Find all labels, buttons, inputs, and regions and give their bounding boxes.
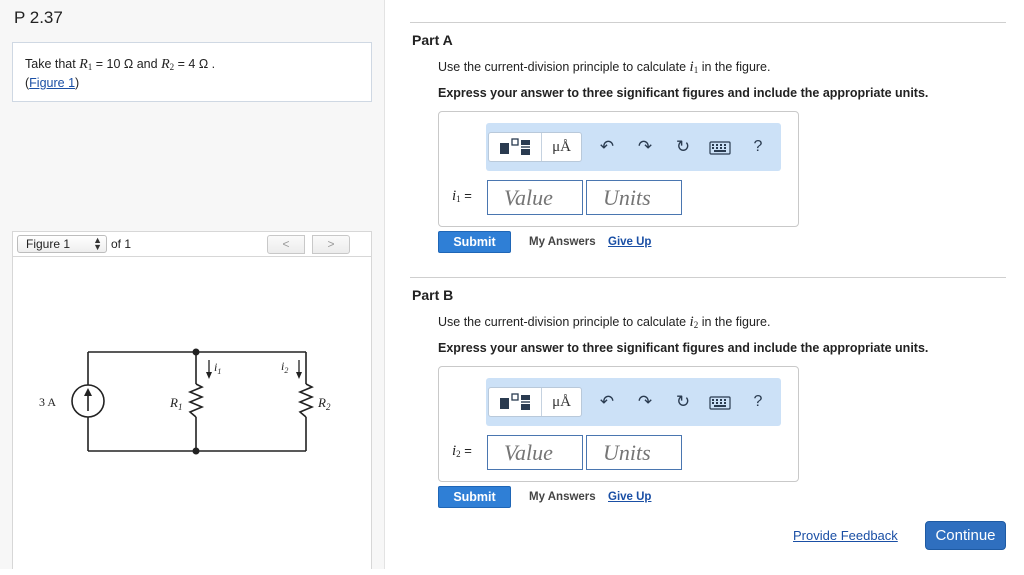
part-b-separator xyxy=(410,277,1006,278)
undo-icon: ↶ xyxy=(599,392,615,411)
figure-count: of 1 xyxy=(111,237,132,251)
help-button[interactable]: ? xyxy=(746,391,770,413)
keyboard-icon xyxy=(709,140,731,155)
figure-area: 3 A R1 R2 i1 i2 xyxy=(12,256,372,569)
help-icon: ? xyxy=(753,138,763,155)
reset-button[interactable]: ↻ xyxy=(671,391,695,413)
provide-feedback-link[interactable]: Provide Feedback xyxy=(793,528,898,543)
part-a-units-input[interactable] xyxy=(586,180,682,215)
redo-button[interactable]: ↷ xyxy=(633,136,657,158)
reset-icon: ↻ xyxy=(675,137,691,156)
resistor-r2 xyxy=(297,383,315,418)
part-a-give-up-link[interactable]: Give Up xyxy=(608,236,651,248)
figure-link[interactable]: Figure 1 xyxy=(29,76,75,90)
top-node xyxy=(192,348,200,356)
part-a-answer-box: μÅ ↶ ↷ ↻ ? i1 = xyxy=(438,111,799,227)
part-b-value-input[interactable] xyxy=(487,435,583,470)
part-b-toolbar: μÅ ↶ ↷ ↻ ? xyxy=(486,378,781,426)
part-a-instructions: Express your answer to three significant… xyxy=(438,86,929,100)
templates-icon xyxy=(500,393,530,411)
current-source xyxy=(71,384,105,418)
r1-value: = 10 Ω and xyxy=(95,57,158,71)
templates-icon xyxy=(500,138,530,156)
i2-arrow xyxy=(296,360,302,379)
chevron-right-icon: > xyxy=(327,237,335,251)
previous-figure-button[interactable]: < xyxy=(267,235,305,254)
redo-icon: ↷ xyxy=(637,392,653,411)
units-button[interactable]: μÅ xyxy=(541,133,581,161)
figure-select[interactable]: Figure 1 ▲ ▼ xyxy=(17,235,107,253)
r1-label: R1 xyxy=(169,395,182,412)
part-b-give-up-link[interactable]: Give Up xyxy=(608,491,651,503)
part-a-value-input[interactable] xyxy=(487,180,583,215)
given-statement: Take that R1 = 10 Ω and R2 = 4 Ω . (Figu… xyxy=(12,42,372,102)
i1-label: i1 xyxy=(214,360,221,376)
templates-button[interactable] xyxy=(489,133,541,161)
part-b-my-answers[interactable]: My Answers xyxy=(529,491,596,503)
source-label: 3 A xyxy=(39,395,56,409)
given-prefix: Take that xyxy=(25,57,76,71)
units-icon: μÅ xyxy=(552,139,571,155)
r1-symbol: R1 xyxy=(79,57,93,72)
r2-symbol: R2 xyxy=(161,57,175,72)
part-b-answer-box: μÅ ↶ ↷ ↻ ? i2 = xyxy=(438,366,799,482)
circuit-diagram: 3 A R1 R2 i1 i2 xyxy=(39,348,331,455)
keyboard-icon xyxy=(709,395,731,410)
figure-navigator: Figure 1 ▲ ▼ of 1 < > xyxy=(12,231,372,256)
keyboard-button[interactable] xyxy=(708,391,732,413)
i1-arrow xyxy=(206,360,212,379)
reset-icon: ↻ xyxy=(675,392,691,411)
part-b-submit-button[interactable]: Submit xyxy=(438,486,511,508)
units-button[interactable]: μÅ xyxy=(541,388,581,416)
keyboard-button[interactable] xyxy=(708,136,732,158)
r2-value: = 4 Ω . xyxy=(177,57,216,71)
part-b-equation-label: i2 = xyxy=(452,443,472,459)
bottom-node xyxy=(192,447,200,455)
undo-icon: ↶ xyxy=(599,137,615,156)
continue-button[interactable]: Continue xyxy=(925,521,1006,550)
part-b-instructions: Express your answer to three significant… xyxy=(438,341,929,355)
select-arrows-icon: ▲ ▼ xyxy=(93,235,102,252)
part-b-prompt: Use the current-division principle to ca… xyxy=(438,314,771,330)
part-a-my-answers[interactable]: My Answers xyxy=(529,236,596,248)
part-a-separator xyxy=(410,22,1006,23)
undo-button[interactable]: ↶ xyxy=(595,136,619,158)
toolbar-format-group: μÅ xyxy=(488,387,582,417)
r2-label: R2 xyxy=(317,395,331,412)
part-a-equation-label: i1 = xyxy=(452,188,472,204)
part-a-submit-button[interactable]: Submit xyxy=(438,231,511,253)
problem-title: P 2.37 xyxy=(14,8,63,27)
resistor-r1 xyxy=(187,383,205,418)
part-a-toolbar: μÅ ↶ ↷ ↻ ? xyxy=(486,123,781,171)
undo-button[interactable]: ↶ xyxy=(595,391,619,413)
reset-button[interactable]: ↻ xyxy=(671,136,695,158)
part-b-title: Part B xyxy=(412,287,454,303)
units-icon: μÅ xyxy=(552,394,571,410)
part-a-prompt: Use the current-division principle to ca… xyxy=(438,59,771,75)
redo-icon: ↷ xyxy=(637,137,653,156)
help-button[interactable]: ? xyxy=(746,136,770,158)
chevron-left-icon: < xyxy=(282,237,290,251)
toolbar-format-group: μÅ xyxy=(488,132,582,162)
next-figure-button[interactable]: > xyxy=(312,235,350,254)
part-b-units-input[interactable] xyxy=(586,435,682,470)
i2-label: i2 xyxy=(281,359,288,375)
redo-button[interactable]: ↷ xyxy=(633,391,657,413)
templates-button[interactable] xyxy=(489,388,541,416)
help-icon: ? xyxy=(753,393,763,410)
part-a-title: Part A xyxy=(412,32,453,48)
